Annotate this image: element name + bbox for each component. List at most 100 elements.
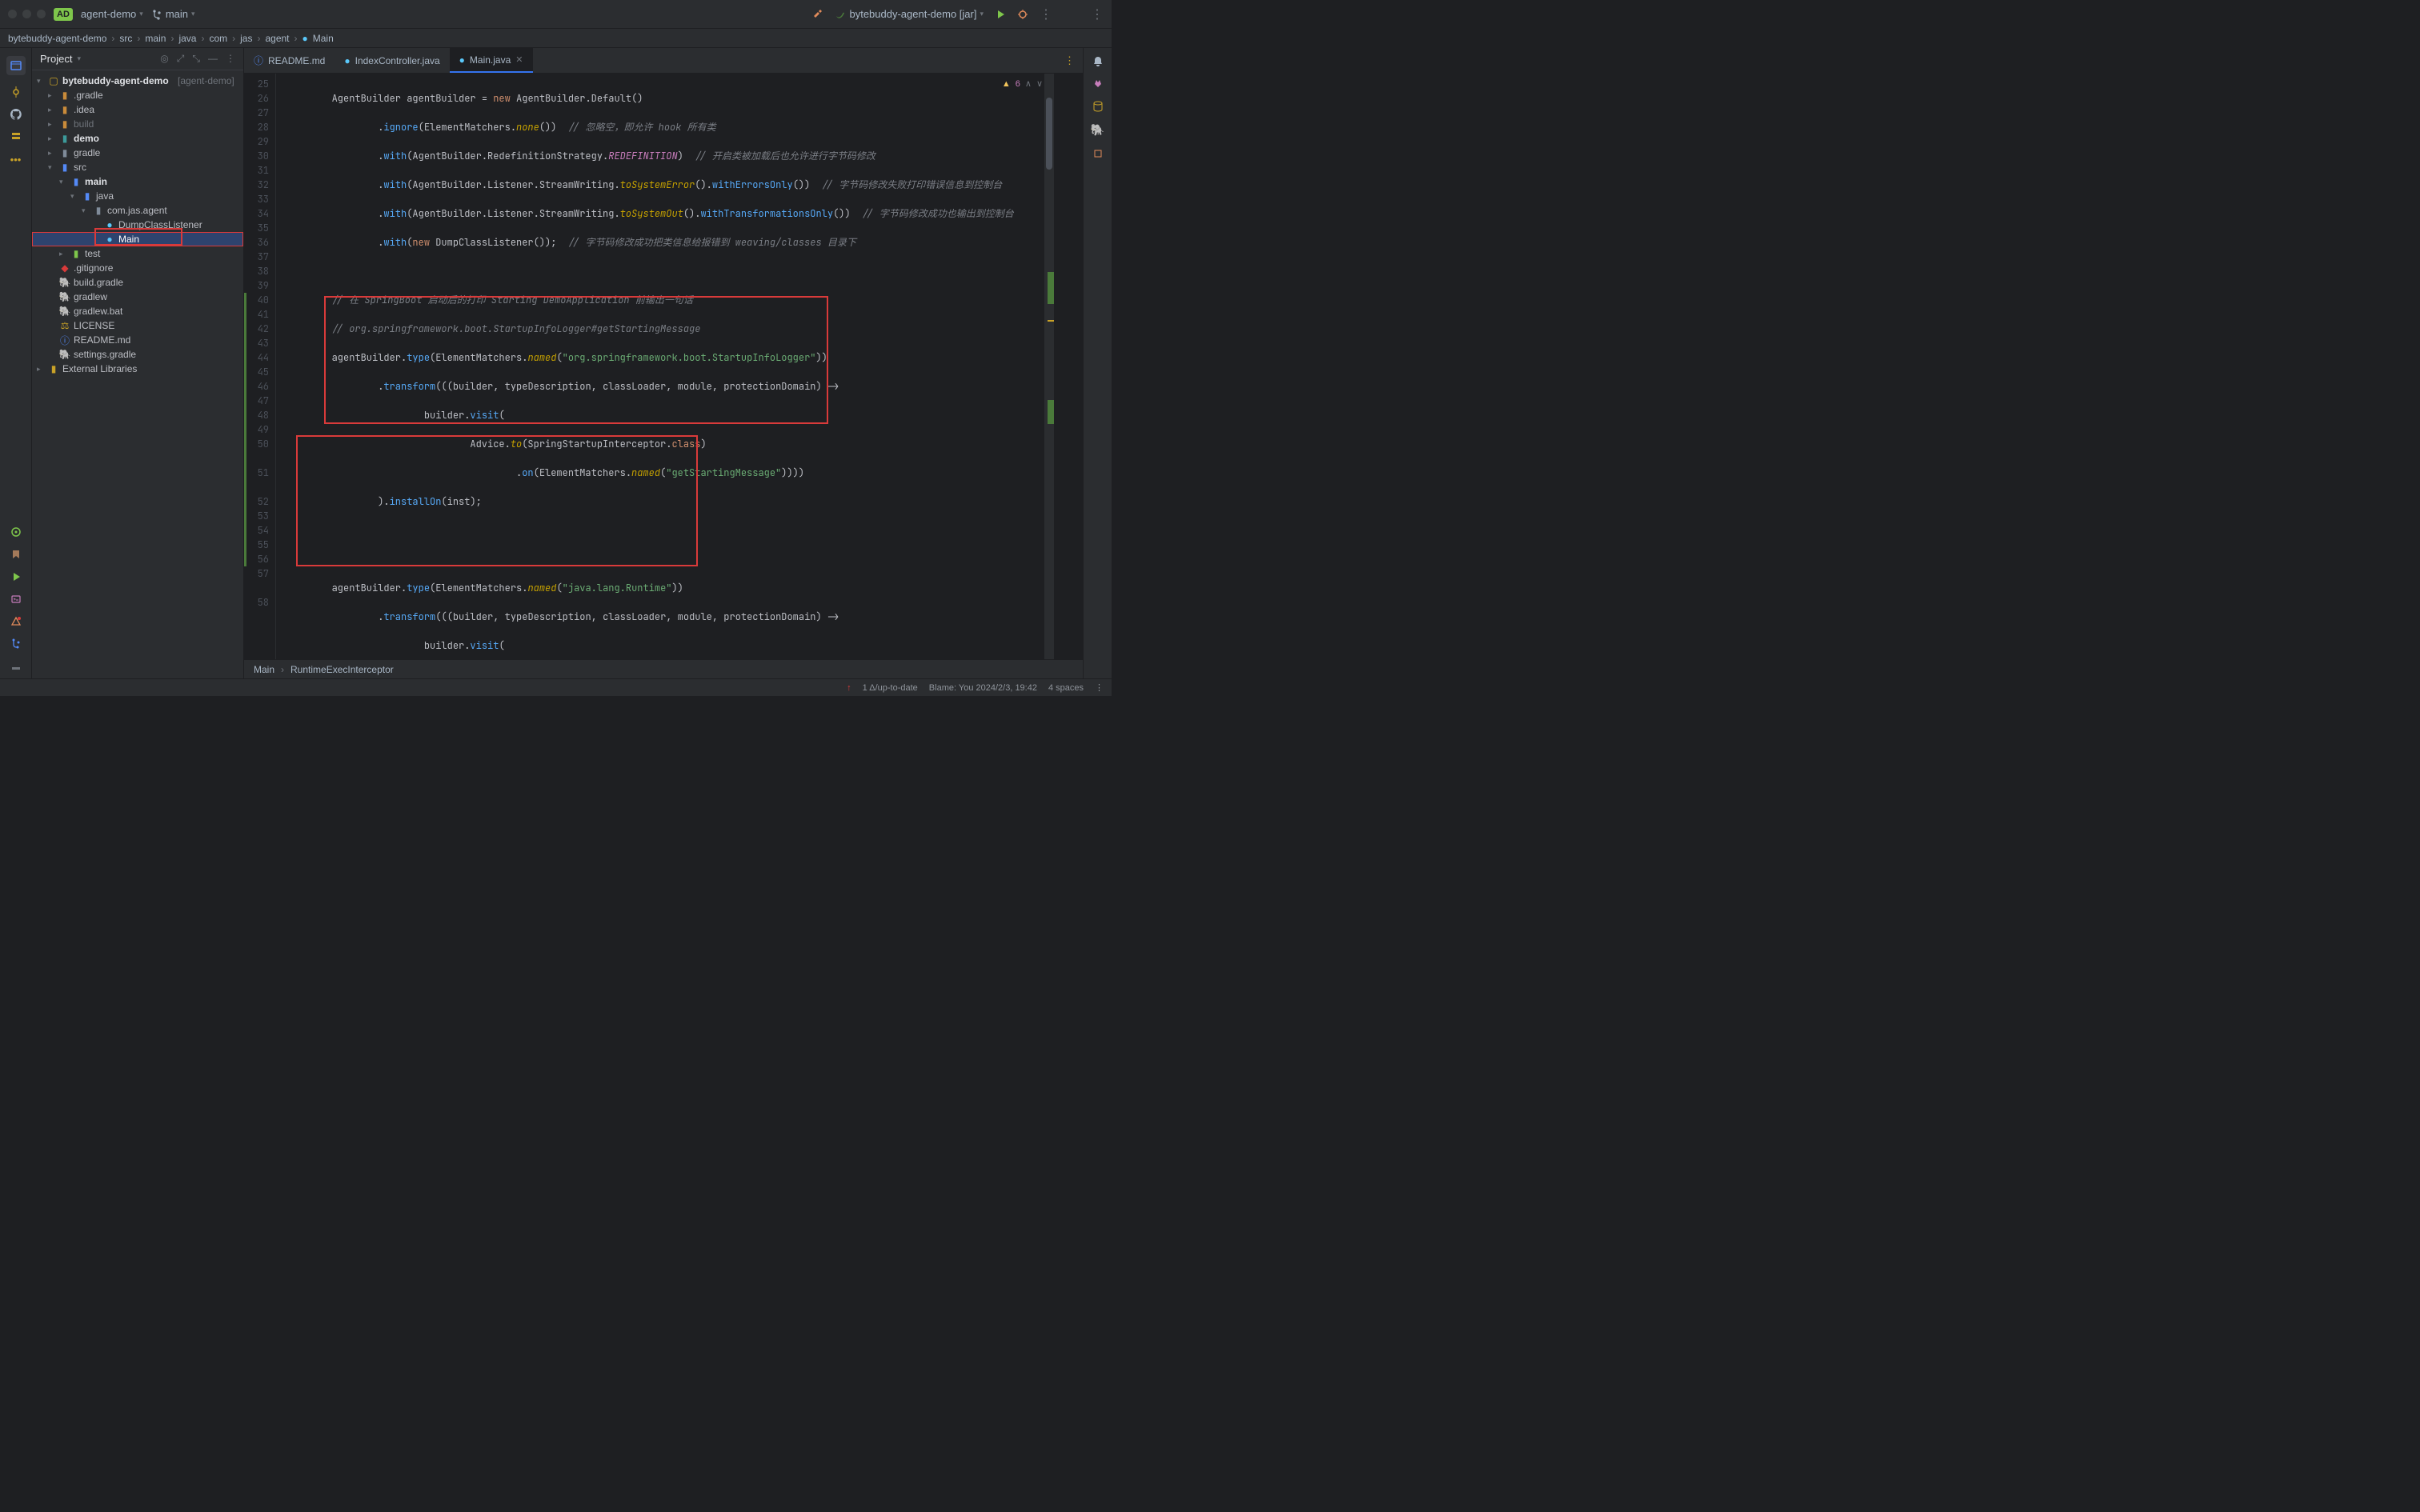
- breadcrumb[interactable]: java: [178, 33, 196, 44]
- tree-label: gradlew.bat: [74, 306, 122, 317]
- tree-item[interactable]: 🐘gradlew: [32, 290, 243, 304]
- breadcrumb[interactable]: agent: [265, 33, 289, 44]
- minimize-window-button[interactable]: [22, 10, 31, 18]
- commit-tool-icon[interactable]: [10, 86, 22, 98]
- code-editor[interactable]: 2526272829303132333435363738394041424344…: [244, 74, 1083, 659]
- target-icon[interactable]: ◎: [160, 53, 168, 65]
- branch-name-label: main: [166, 8, 188, 20]
- build-hammer-icon[interactable]: [812, 9, 823, 20]
- breadcrumb[interactable]: main: [145, 33, 166, 44]
- run-config-selector[interactable]: bytebuddy-agent-demo [jar] ▾: [835, 8, 984, 20]
- git-arrow-icon: ↑: [847, 683, 851, 693]
- breadcrumb[interactable]: jas: [240, 33, 252, 44]
- editor-tabs: ⓘREADME.md ●IndexController.java ●Main.j…: [244, 48, 1083, 74]
- tree-item-root[interactable]: ▾▢bytebuddy-agent-demo [agent-demo]: [32, 74, 243, 88]
- chevron-down-icon: ▾: [191, 10, 195, 18]
- notifications-icon[interactable]: [1092, 56, 1104, 67]
- database-icon[interactable]: [1092, 101, 1104, 112]
- tabs-more-icon[interactable]: ⋮: [1064, 54, 1075, 67]
- expand-all-icon[interactable]: ⤢: [177, 53, 185, 65]
- debug-icon[interactable]: [1017, 9, 1028, 20]
- code-comment: // 字节码修改成功也输出到控制台: [862, 207, 1014, 220]
- breadcrumb[interactable]: bytebuddy-agent-demo: [8, 33, 106, 44]
- project-tree[interactable]: ▾▢bytebuddy-agent-demo [agent-demo] ▸▮.g…: [32, 70, 243, 678]
- tree-item[interactable]: ▸▮build: [32, 117, 243, 131]
- close-window-button[interactable]: [8, 10, 17, 18]
- github-icon[interactable]: [10, 109, 22, 120]
- settings-icon[interactable]: [10, 526, 22, 538]
- project-selector[interactable]: agent-demo ▾: [81, 8, 143, 20]
- tree-item[interactable]: ▾▮com.jas.agent: [32, 203, 243, 218]
- tree-item[interactable]: 🐘build.gradle: [32, 275, 243, 290]
- tree-label: test: [85, 248, 100, 259]
- ai-assistant-icon[interactable]: [1092, 78, 1104, 90]
- tree-item[interactable]: 🐘settings.gradle: [32, 347, 243, 362]
- tree-item[interactable]: ⓘREADME.md: [32, 333, 243, 347]
- collapse-all-icon[interactable]: ⤡: [192, 53, 200, 65]
- build-tool-icon[interactable]: [10, 661, 22, 670]
- more-status-icon[interactable]: ⋮: [1095, 682, 1104, 693]
- tree-item[interactable]: ●DumpClassListener: [32, 218, 243, 232]
- tree-label: Main: [118, 234, 139, 245]
- class-icon: ●: [344, 55, 350, 66]
- tree-item-main-selected[interactable]: ●Main: [32, 232, 243, 246]
- run-icon[interactable]: [995, 9, 1006, 20]
- more-tools-icon[interactable]: •••: [10, 154, 22, 166]
- tree-label: src: [74, 162, 86, 173]
- more-icon[interactable]: ⋮: [226, 53, 235, 65]
- tree-label: gradle: [74, 147, 100, 158]
- bookmarks-icon[interactable]: [10, 549, 22, 560]
- git-status[interactable]: 1 Δ/up-to-date: [863, 683, 918, 693]
- tree-item[interactable]: ⚖LICENSE: [32, 318, 243, 333]
- blame-status[interactable]: Blame: You 2024/2/3, 19:42: [929, 683, 1037, 693]
- tree-item[interactable]: ▸▮demo: [32, 131, 243, 146]
- panel-header: Project ▾ ◎ ⤢ ⤡ — ⋮: [32, 48, 243, 70]
- scrollbar-thumb[interactable]: [1046, 98, 1052, 170]
- scrollbar[interactable]: [1044, 74, 1054, 659]
- editor-breadcrumbs: Main › RuntimeExecInterceptor: [244, 659, 1083, 678]
- maven-icon[interactable]: [1092, 148, 1104, 159]
- gradle-elephant-icon[interactable]: 🐘: [1091, 123, 1104, 137]
- left-toolwindow-bar: •••: [0, 48, 32, 678]
- project-tool-icon[interactable]: [6, 56, 26, 75]
- tree-item[interactable]: ▸▮.idea: [32, 102, 243, 117]
- breadcrumb[interactable]: com: [209, 33, 227, 44]
- breadcrumb[interactable]: RuntimeExecInterceptor: [290, 664, 394, 675]
- close-icon[interactable]: ✕: [515, 54, 523, 65]
- hide-icon[interactable]: —: [208, 53, 218, 65]
- branch-selector[interactable]: main ▾: [151, 8, 195, 20]
- tree-item[interactable]: 🐘gradlew.bat: [32, 304, 243, 318]
- more-icon[interactable]: ⋮: [1040, 6, 1052, 22]
- tree-item[interactable]: ◆.gitignore: [32, 261, 243, 275]
- tree-item[interactable]: ▾▮main: [32, 174, 243, 189]
- tab-readme[interactable]: ⓘREADME.md: [244, 48, 335, 73]
- tab-main[interactable]: ●Main.java✕: [450, 48, 533, 73]
- code-content[interactable]: AgentBuilder agentBuilder = new AgentBui…: [276, 74, 1083, 659]
- breadcrumb[interactable]: Main: [254, 664, 274, 675]
- maximize-window-button[interactable]: [37, 10, 46, 18]
- code-comment: // 开启类被加载后也允许进行字节码修改: [695, 150, 875, 162]
- tree-label: gradlew: [74, 291, 107, 302]
- terminal-icon[interactable]: [10, 594, 22, 605]
- breadcrumb[interactable]: src: [119, 33, 132, 44]
- vcs-icon[interactable]: [10, 638, 22, 650]
- tree-item[interactable]: ▸▮gradle: [32, 146, 243, 160]
- tree-label: .idea: [74, 104, 94, 115]
- more-icon[interactable]: ⋮: [1091, 6, 1104, 22]
- code-comment: // 忽略空，即允许 hook 所有类: [568, 121, 716, 134]
- problems-icon[interactable]: [10, 616, 22, 627]
- window-controls: [8, 10, 46, 18]
- tree-item-external-libs[interactable]: ▸▮External Libraries: [32, 362, 243, 376]
- run-tool-icon[interactable]: [10, 571, 22, 582]
- titlebar: AD agent-demo ▾ main ▾ bytebuddy-agent-d…: [0, 0, 1112, 29]
- tree-label: External Libraries: [62, 363, 137, 374]
- breadcrumb[interactable]: Main: [313, 33, 334, 44]
- tree-item[interactable]: ▾▮src: [32, 160, 243, 174]
- tree-item[interactable]: ▸▮test: [32, 246, 243, 261]
- chevron-down-icon[interactable]: ▾: [77, 54, 81, 63]
- structure-tool-icon[interactable]: [10, 131, 22, 142]
- indent-status[interactable]: 4 spaces: [1048, 683, 1084, 693]
- tree-item[interactable]: ▾▮java: [32, 189, 243, 203]
- tab-indexcontroller[interactable]: ●IndexController.java: [335, 48, 449, 73]
- tree-item[interactable]: ▸▮.gradle: [32, 88, 243, 102]
